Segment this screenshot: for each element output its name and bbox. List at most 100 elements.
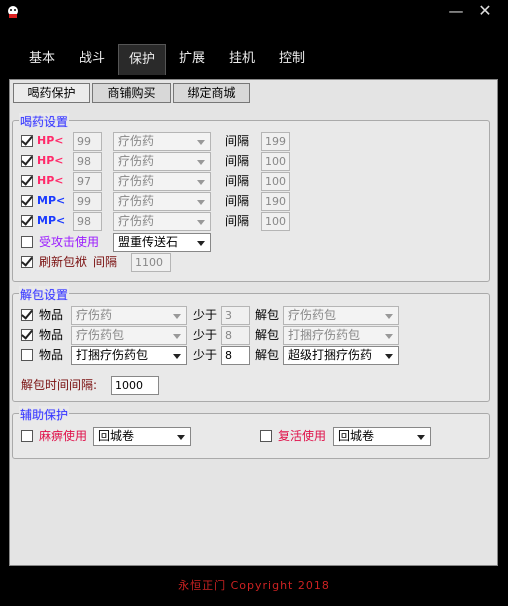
potion-row-3: HP< 97 疗伤药 间隔 100 [13,171,483,191]
subtab-bound-mall[interactable]: 绑定商城 [173,83,250,103]
paralysis-checkbox[interactable] [21,430,33,442]
unpack-row-3-count[interactable]: 8 [221,346,250,365]
paralysis-label: 麻痹使用 [39,429,88,443]
tab-basic[interactable]: 基本 [20,44,64,74]
hp-icon: HP< [37,174,64,187]
less-than-label: 少于 [193,328,218,342]
attacked-row: 受攻击使用 盟重传送石 [13,232,483,252]
revive-item-select[interactable]: 回城卷 [333,427,431,446]
refresh-checkbox[interactable] [21,256,33,268]
assist-protect-group: 辅助保护 麻痹使用 回城卷 复活使用 回城卷 [12,406,490,459]
unpack-label: 解包 [255,328,280,342]
unpack-row-1-count[interactable]: 3 [221,306,250,325]
chevron-down-icon [197,200,205,205]
unpack-row-2-pack: 打捆疗伤药包 [288,328,361,342]
unpack-row-3-item: 打捆疗伤药包 [76,348,149,362]
unpack-row-2-count[interactable]: 8 [221,326,250,345]
subtab-potion[interactable]: 喝药保护 [13,83,90,103]
potion-row-4-checkbox[interactable] [21,195,33,207]
chevron-down-icon [173,334,181,339]
unpack-row-3: 物品 打捆疗伤药包 少于 8 解包 超级打捆疗伤药 [13,345,483,365]
potion-row-4-threshold[interactable]: 99 [73,192,102,211]
potion-row-2-item-select[interactable]: 疗伤药 [113,152,211,171]
content-panel: 喝药保护 商铺购买 绑定商城 喝药设置 HP< 99 疗伤药 间隔 199 HP… [9,79,498,566]
potion-row-5-item-select[interactable]: 疗伤药 [113,212,211,231]
potion-row-4-item-select[interactable]: 疗伤药 [113,192,211,211]
unpack-row-2-item-select[interactable]: 疗伤药包 [71,326,187,345]
item-label: 物品 [39,348,64,362]
refresh-label: 刷新包袱 [39,255,88,269]
potion-row-5-item: 疗伤药 [118,214,155,228]
potion-row-1-interval[interactable]: 199 [261,132,290,151]
interval-label: 间隔 [225,154,250,168]
chevron-down-icon [177,435,185,440]
unpack-row-1-pack-select[interactable]: 疗伤药包 [283,306,399,325]
subtab-shop[interactable]: 商铺购买 [92,83,171,103]
potion-row-1-checkbox[interactable] [21,135,33,147]
hp-icon: HP< [37,134,64,147]
potion-row-2: HP< 98 疗伤药 间隔 100 [13,151,483,171]
tab-idle[interactable]: 挂机 [220,44,264,74]
potion-row-3-checkbox[interactable] [21,175,33,187]
chevron-down-icon [385,334,393,339]
interval-label: 间隔 [225,194,250,208]
potion-row-5-interval[interactable]: 100 [261,212,290,231]
potion-row-5: MP< 98 疗伤药 间隔 100 [13,211,483,231]
potion-row-1-item-select[interactable]: 疗伤药 [113,132,211,151]
attacked-item-select[interactable]: 盟重传送石 [113,233,211,252]
paralysis-item-select[interactable]: 回城卷 [93,427,191,446]
less-than-label: 少于 [193,308,218,322]
attacked-item: 盟重传送石 [118,235,179,249]
tab-combat[interactable]: 战斗 [70,44,114,74]
potion-row-2-checkbox[interactable] [21,155,33,167]
refresh-interval-label: 间隔 [93,255,118,269]
potion-row-3-threshold[interactable]: 97 [73,172,102,191]
unpack-time-input[interactable]: 1000 [111,376,159,395]
unpack-row-3-item-select[interactable]: 打捆疗伤药包 [71,346,187,365]
revive-checkbox[interactable] [260,430,272,442]
potion-row-5-checkbox[interactable] [21,215,33,227]
paralysis-item: 回城卷 [98,429,135,443]
unpack-row-1-pack: 疗伤药包 [288,308,337,322]
chevron-down-icon [197,241,205,246]
potion-row-1-item: 疗伤药 [118,134,155,148]
potion-row-2-interval[interactable]: 100 [261,152,290,171]
item-label: 物品 [39,308,64,322]
tab-control[interactable]: 控制 [270,44,314,74]
refresh-row: 刷新包袱 间隔 1100 [13,252,483,272]
tab-extend[interactable]: 扩展 [170,44,214,74]
interval-label: 间隔 [225,174,250,188]
assist-row: 麻痹使用 回城卷 复活使用 回城卷 [13,426,483,446]
less-than-label: 少于 [193,348,218,362]
unpack-row-2-item: 疗伤药包 [76,328,125,342]
mp-icon: MP< [37,214,66,227]
unpack-label: 解包 [255,348,280,362]
close-button[interactable]: ✕ [473,2,497,20]
potion-row-2-threshold[interactable]: 98 [73,152,102,171]
unpack-row-2-checkbox[interactable] [21,329,33,341]
potion-row-4-interval[interactable]: 190 [261,192,290,211]
potion-row-5-threshold[interactable]: 98 [73,212,102,231]
potion-row-3-item-select[interactable]: 疗伤药 [113,172,211,191]
potion-row-4-item: 疗伤药 [118,194,155,208]
minimize-button[interactable]: — [444,2,468,20]
unpack-row-1: 物品 疗伤药 少于 3 解包 疗伤药包 [13,305,483,325]
potion-row-2-item: 疗伤药 [118,154,155,168]
app-icon [6,5,20,19]
unpack-row-2-pack-select[interactable]: 打捆疗伤药包 [283,326,399,345]
unpack-row-2: 物品 疗伤药包 少于 8 解包 打捆疗伤药包 [13,325,483,345]
unpack-row-3-checkbox[interactable] [21,349,33,361]
attacked-checkbox[interactable] [21,236,33,248]
potion-row-4: MP< 99 疗伤药 间隔 190 [13,191,483,211]
refresh-interval-input[interactable]: 1100 [131,253,171,272]
potion-row-1-threshold[interactable]: 99 [73,132,102,151]
unpack-row-3-pack-select[interactable]: 超级打捆疗伤药 [283,346,399,365]
potion-row-3-interval[interactable]: 100 [261,172,290,191]
chevron-down-icon [385,314,393,319]
potion-row-1: HP< 99 疗伤药 间隔 199 [13,131,483,151]
tab-protect[interactable]: 保护 [118,44,166,75]
chevron-down-icon [197,220,205,225]
unpack-row-1-item-select[interactable]: 疗伤药 [71,306,187,325]
unpack-row-1-checkbox[interactable] [21,309,33,321]
revive-label: 复活使用 [278,429,327,443]
